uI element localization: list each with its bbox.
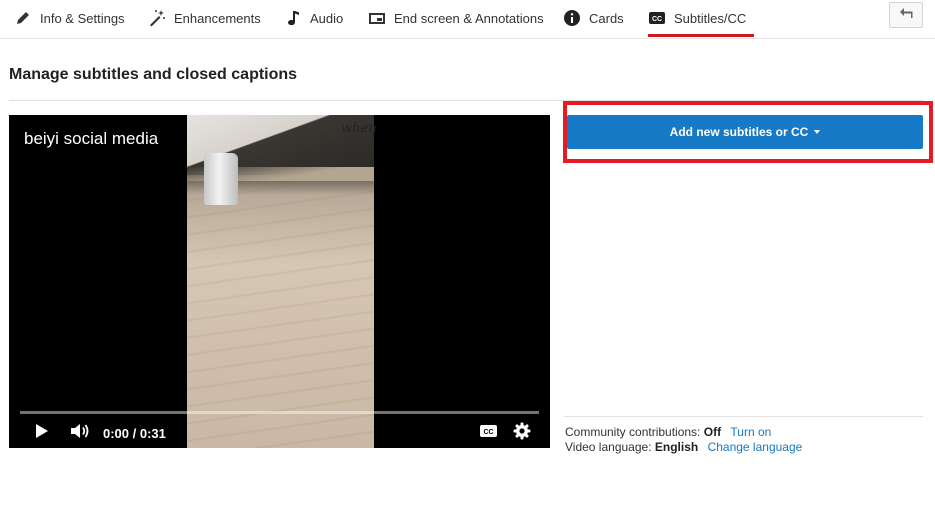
language-label: Video language: [565,440,652,454]
community-contributions-row: Community contributions: Off Turn on [565,425,771,439]
video-language-row: Video language: English Change language [565,440,802,454]
meta-divider [564,416,923,417]
undo-button[interactable] [889,2,923,28]
svg-text:CC: CC [483,429,493,436]
channel-name[interactable]: beiyi social media [24,129,158,149]
video-wood-grain [187,185,374,448]
community-label: Community contributions: [565,425,701,439]
page-title: Manage subtitles and closed captions [9,66,298,83]
community-value: Off [703,425,722,439]
tab-label: End screen & Annotations [394,10,544,26]
tab-label: Info & Settings [40,10,125,26]
volume-icon [70,422,90,445]
svg-text:CC: CC [652,16,662,23]
player-controls: 0:00 / 0:31 CC [9,418,550,448]
dropdown-caret-icon [814,130,821,134]
volume-button[interactable] [69,423,91,443]
gear-icon [513,422,531,445]
tab-info-settings[interactable]: Info & Settings [14,0,125,36]
cc-icon: CC [479,424,498,443]
tab-subtitles-cc[interactable]: CC Subtitles/CC [648,0,755,37]
video-frame: when [187,115,377,448]
change-language-link[interactable]: Change language [708,440,803,454]
tab-bar: Info & Settings Enhancements Audio End s… [0,0,935,39]
tab-audio[interactable]: Audio [284,0,343,36]
pencil-icon [14,9,32,27]
tab-end-screen-annotations[interactable]: End screen & Annotations [368,0,544,36]
tab-label: Cards [589,10,624,26]
time-display: 0:00 / 0:31 [103,426,166,441]
music-note-icon [284,9,302,27]
video-overlay-text: when [341,121,377,136]
add-subtitles-button[interactable]: Add new subtitles or CC [567,115,923,149]
add-subtitles-label: Add new subtitles or CC [669,125,809,139]
play-icon [35,423,49,444]
tab-label: Audio [310,10,344,26]
tab-cards[interactable]: Cards [563,0,624,36]
video-cup [204,153,238,205]
tab-label: Subtitles/CC [674,10,747,26]
language-value: English [654,440,699,454]
info-icon [563,9,581,27]
tab-label: Enhancements [174,10,261,26]
end-screen-icon [368,9,386,27]
captions-button[interactable]: CC [478,424,498,442]
turn-on-link[interactable]: Turn on [730,425,771,439]
progress-bar[interactable] [20,411,539,414]
play-button[interactable] [33,423,51,444]
magic-wand-icon [148,9,166,27]
undo-arrow-icon [899,6,913,24]
video-player[interactable]: when beiyi social media 0:00 / 0:31 CC [9,115,550,448]
cc-icon: CC [648,9,666,27]
tab-enhancements[interactable]: Enhancements [148,0,261,36]
settings-button[interactable] [512,422,532,445]
